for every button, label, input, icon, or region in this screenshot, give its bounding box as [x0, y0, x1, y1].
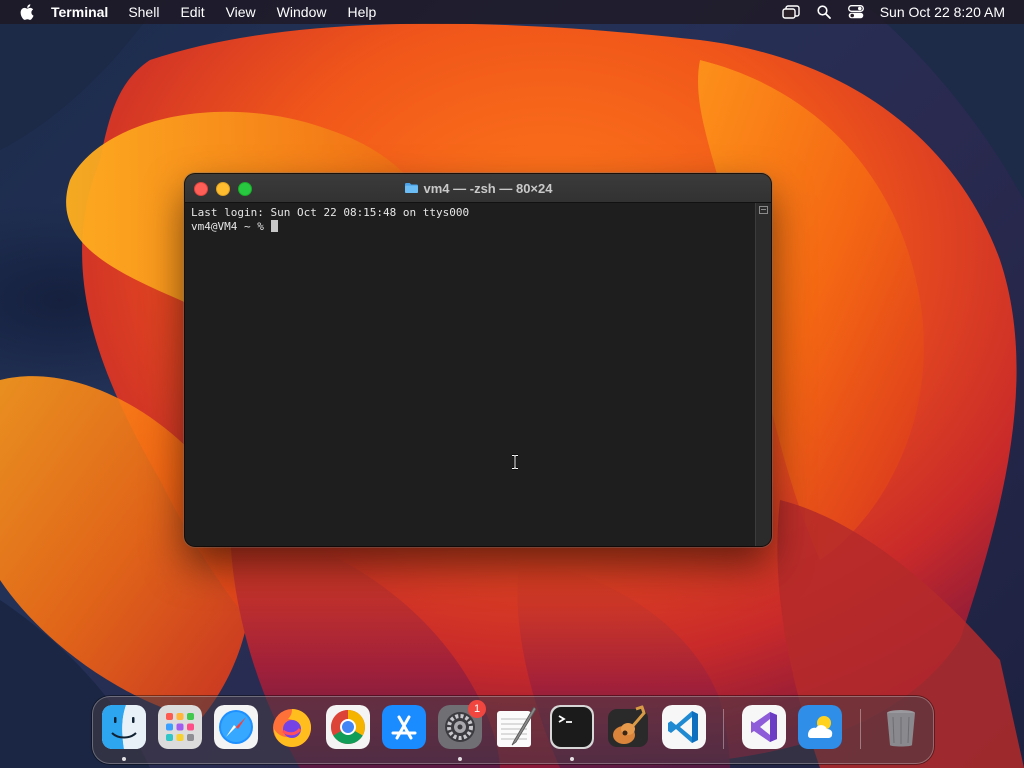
garageband-icon[interactable] [606, 705, 650, 749]
folder-icon [404, 182, 419, 194]
vscode-icon[interactable] [662, 705, 706, 749]
minimize-window-button[interactable] [216, 182, 230, 196]
menu-window[interactable]: Window [277, 4, 327, 20]
terminal-scrollbar[interactable] [755, 203, 771, 546]
last-login-line: Last login: Sun Oct 22 08:15:48 on ttys0… [191, 206, 470, 219]
shell-prompt: vm4@VM4 ~ % [191, 220, 271, 233]
window-title-text: vm4 — -zsh — 80×24 [423, 180, 553, 196]
menu-bar-clock[interactable]: Sun Oct 22 8:20 AM [880, 4, 1005, 20]
window-title-bar[interactable]: vm4 — -zsh — 80×24 [185, 174, 771, 203]
spotlight-search-icon[interactable] [817, 5, 831, 19]
weather-icon[interactable] [798, 705, 842, 749]
running-indicator [570, 757, 574, 761]
visual-studio-icon[interactable] [742, 705, 786, 749]
notification-badge: 1 [468, 700, 486, 718]
finder-icon[interactable] [102, 705, 146, 749]
launchpad-icon[interactable] [158, 705, 202, 749]
apple-menu-icon[interactable] [17, 2, 37, 22]
control-center-icon[interactable] [847, 5, 864, 19]
text-cursor [271, 220, 279, 232]
menu-edit[interactable]: Edit [180, 4, 204, 20]
terminal-window[interactable]: vm4 — -zsh — 80×24 Last login: Sun Oct 2… [185, 174, 771, 546]
terminal-icon[interactable] [550, 705, 594, 749]
ibeam-cursor-icon [511, 454, 519, 475]
prompt-line: vm4@VM4 ~ % [191, 220, 749, 234]
menu-app-name[interactable]: Terminal [51, 4, 108, 20]
zoom-window-button[interactable] [238, 182, 252, 196]
textedit-icon[interactable] [494, 705, 538, 749]
stage-manager-icon[interactable] [782, 5, 800, 19]
menu-view[interactable]: View [226, 4, 256, 20]
dock-separator [860, 709, 861, 749]
trash-icon[interactable] [879, 705, 923, 749]
firefox-icon[interactable] [270, 705, 314, 749]
window-controls [194, 182, 260, 196]
dock: 1 [92, 696, 934, 764]
running-indicator [458, 757, 462, 761]
terminal-output[interactable]: Last login: Sun Oct 22 08:15:48 on ttys0… [185, 203, 755, 546]
safari-icon[interactable] [214, 705, 258, 749]
menu-bar: Terminal Shell Edit View Window Help Sun… [0, 0, 1024, 24]
running-indicator [122, 757, 126, 761]
split-pane-icon[interactable] [759, 206, 768, 214]
menu-shell[interactable]: Shell [128, 4, 159, 20]
close-window-button[interactable] [194, 182, 208, 196]
dock-separator [723, 709, 724, 749]
window-title: vm4 — -zsh — 80×24 [404, 180, 553, 196]
chrome-icon[interactable] [326, 705, 370, 749]
menu-help[interactable]: Help [347, 4, 376, 20]
app-store-icon[interactable] [382, 705, 426, 749]
